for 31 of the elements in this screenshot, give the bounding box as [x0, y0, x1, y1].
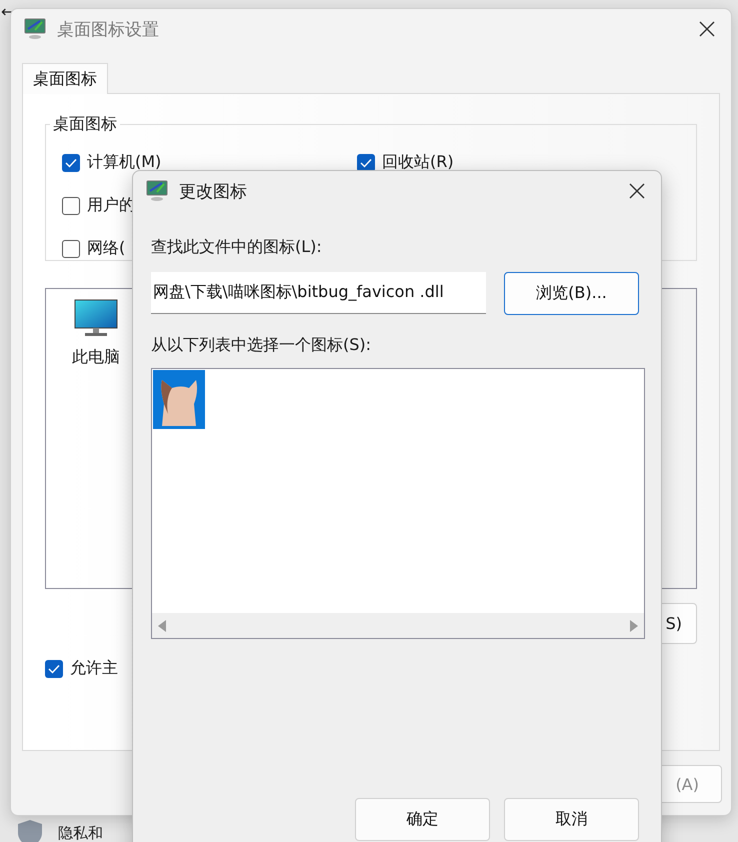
tab[interactable]: 桌面图标 [22, 63, 108, 94]
checkbox-label: 网络( [87, 238, 126, 259]
shield-icon [16, 818, 44, 842]
file-path-field[interactable]: 网盘\下载\喵咪图标\bitbug_favicon .dll [151, 272, 486, 314]
close-icon [699, 21, 715, 37]
dialog-button[interactable]: 确定 [355, 798, 490, 841]
list-label: 从以下列表中选择一个图标(S): [151, 335, 372, 356]
checkmark-icon [360, 158, 372, 168]
window-title: 桌面图标设置 [57, 18, 160, 40]
dialog-button[interactable]: 取消 [504, 798, 639, 841]
close-icon [629, 183, 645, 199]
checkbox[interactable] [45, 660, 63, 678]
checkmark-icon [65, 158, 77, 168]
icon-list-item[interactable] [153, 370, 205, 429]
icon-label: 此电脑 [72, 347, 120, 368]
field-label: 查找此文件中的图标(L): [151, 237, 323, 258]
checkbox-label: 允许主 [70, 658, 118, 679]
settings-item-label: 隐私和 [58, 823, 103, 842]
dialog-title: 更改图标 [179, 180, 248, 202]
checkbox-label: 回收站(R) [382, 152, 454, 173]
monitor-icon [145, 179, 169, 203]
checkbox[interactable] [62, 154, 80, 172]
checkbox[interactable] [62, 240, 80, 258]
checkbox[interactable] [62, 196, 80, 214]
browse-button[interactable]: 浏览(B)... [504, 272, 639, 315]
checkbox[interactable] [357, 154, 375, 172]
group-title: 桌面图标 [52, 114, 118, 135]
monitor-icon [74, 299, 118, 339]
checkbox-label: 计算机(M) [87, 152, 162, 173]
monitor-icon [23, 17, 47, 41]
checkmark-icon [48, 664, 60, 674]
